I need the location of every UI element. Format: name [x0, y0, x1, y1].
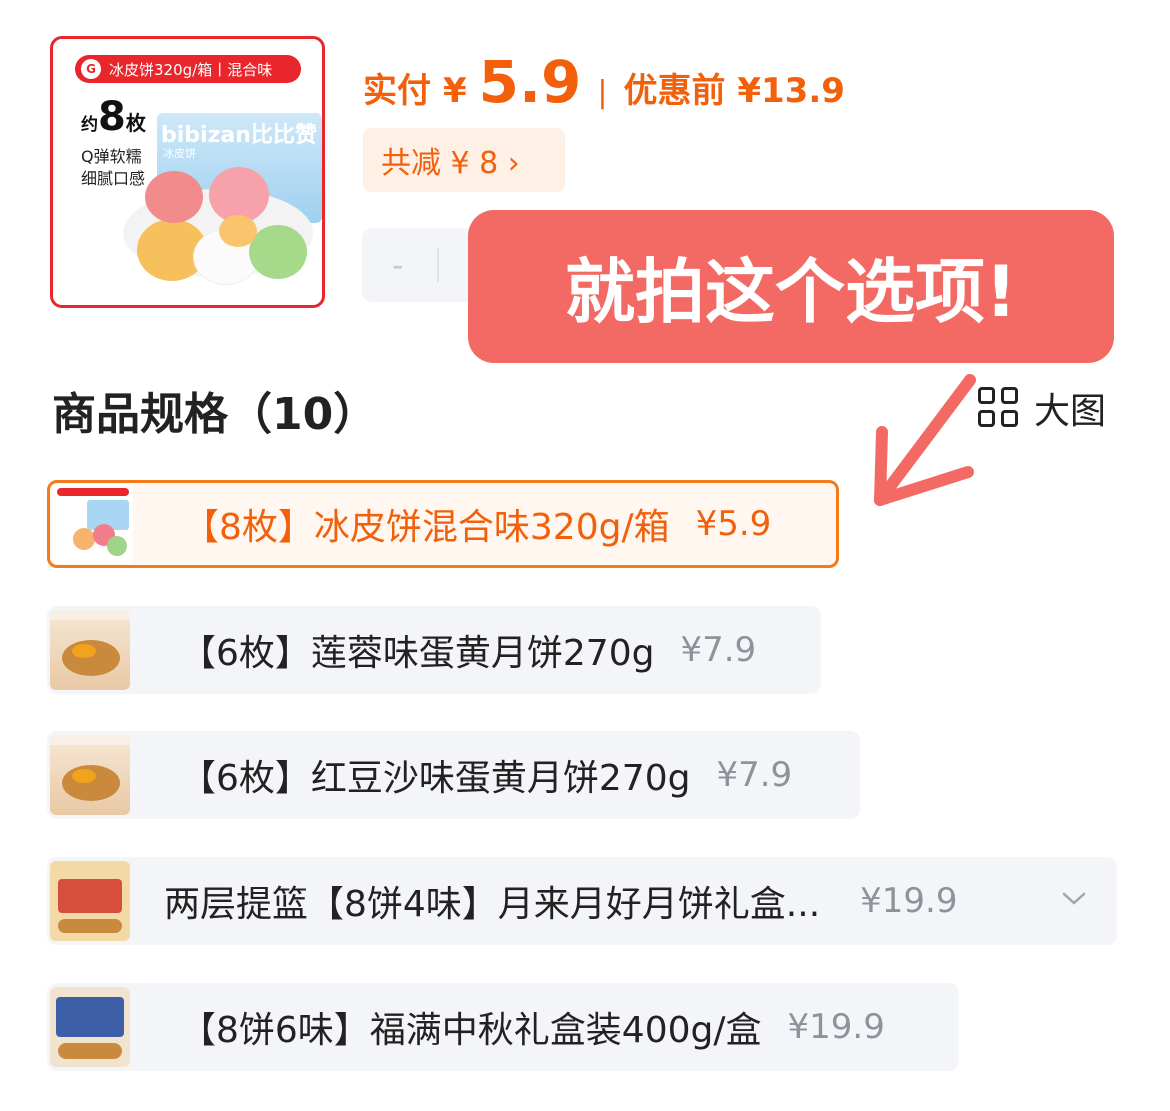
price-row: 实付 ¥ 5.9 | 优惠前 ¥13.9	[363, 48, 845, 118]
spec-option[interactable]: 两层提篮【8饼4味】月来月好月饼礼盒... ¥19.9	[47, 857, 1117, 945]
paid-price: 5.9	[478, 48, 582, 116]
option-name: 【6枚】红豆沙味蛋黄月饼270g	[180, 758, 691, 799]
original-price: 优惠前 ¥13.9	[623, 71, 845, 111]
option-price: ¥19.9	[860, 881, 958, 921]
spec-option[interactable]: 【6枚】红豆沙味蛋黄月饼270g ¥7.9	[47, 731, 860, 819]
option-price: ¥7.9	[680, 630, 757, 670]
paid-currency: ¥	[443, 71, 467, 111]
spec-option[interactable]: 【8枚】冰皮饼混合味320g/箱 ¥5.9	[47, 480, 839, 568]
annotation-callout: 就拍这个选项!	[468, 210, 1114, 363]
price-separator: |	[597, 75, 608, 110]
discount-detail-button[interactable]: 共减 ¥ 8 ›	[363, 128, 565, 192]
option-price: ¥5.9	[695, 504, 772, 544]
mochi-art	[145, 171, 203, 223]
spec-option[interactable]: 【8饼6味】福满中秋礼盒装400g/盒 ¥19.9	[47, 983, 959, 1071]
big-view-toggle[interactable]: 大图	[978, 382, 1106, 434]
option-price: ¥19.9	[787, 1007, 885, 1047]
decrease-button[interactable]: -	[392, 246, 404, 284]
option-thumbnail	[50, 610, 130, 690]
count-prefix: 约	[81, 115, 98, 135]
option-thumbnail	[53, 484, 133, 564]
mochi-art	[249, 225, 307, 279]
count-suffix: 枚	[125, 111, 146, 135]
product-banner: G 冰皮饼320g/箱丨混合味	[75, 55, 301, 83]
paid-label: 实付	[363, 71, 431, 111]
option-name: 【8枚】冰皮饼混合味320g/箱	[183, 507, 670, 548]
brand-sub: 冰皮饼	[163, 147, 196, 160]
brand-logo-icon: G	[81, 59, 101, 79]
grid-icon	[978, 387, 1020, 429]
option-thumbnail	[50, 735, 130, 815]
option-name: 【8饼6味】福满中秋礼盒装400g/盒	[180, 1010, 762, 1051]
chevron-down-icon[interactable]	[1059, 883, 1089, 913]
spec-option[interactable]: 【6枚】莲蓉味蛋黄月饼270g ¥7.9	[47, 606, 821, 694]
desc-line-2: 细腻口感	[81, 169, 146, 188]
count-number: 8	[98, 94, 126, 140]
option-name: 【6枚】莲蓉味蛋黄月饼270g	[180, 633, 655, 674]
option-name: 两层提篮【8饼4味】月来月好月饼礼盒...	[164, 884, 821, 925]
option-thumbnail	[50, 861, 130, 941]
piece-count: 约8枚	[81, 97, 146, 137]
big-view-label: 大图	[1034, 391, 1107, 432]
annotation-arrow-icon	[874, 374, 976, 506]
desc-line-1: Q弹软糯	[81, 147, 142, 166]
spec-title: 商品规格（10）	[52, 389, 378, 440]
option-price: ¥7.9	[716, 755, 793, 795]
banner-text: 冰皮饼320g/箱丨混合味	[109, 60, 273, 79]
product-image[interactable]: G 冰皮饼320g/箱丨混合味 约8枚 Q弹软糯 细腻口感 bibizan比比赞…	[50, 36, 325, 308]
mochi-art	[219, 215, 257, 247]
stepper-divider	[437, 248, 439, 282]
option-thumbnail	[50, 987, 130, 1067]
